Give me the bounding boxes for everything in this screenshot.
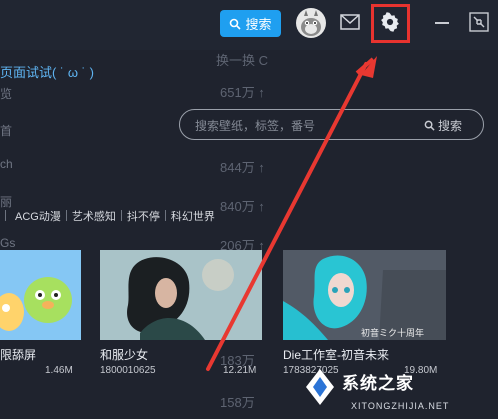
tag-list: ACG动漫 艺术感知 抖不停 科幻世界 xyxy=(0,208,226,224)
tag-item[interactable]: ACG动漫 xyxy=(0,208,72,224)
card-id: 1800010625 xyxy=(100,365,156,376)
settings-highlight-box xyxy=(371,4,410,43)
right-text: 844万 ↑ xyxy=(220,160,265,175)
card-overlay-text: 初音ミク十周年 xyxy=(361,327,424,338)
sidebar-item: ch xyxy=(0,157,13,171)
card-title: 限舔屏 xyxy=(0,348,37,362)
avatar[interactable] xyxy=(296,8,326,38)
sidebar-item: 首 xyxy=(0,124,13,138)
card-title: Die工作室-初音未来 xyxy=(283,348,390,362)
right-text: 换一换 C xyxy=(216,53,269,68)
restore-icon[interactable] xyxy=(469,12,489,32)
tag-item[interactable]: 科幻世界 xyxy=(171,208,226,224)
minimize-icon[interactable] xyxy=(435,22,449,24)
search-button-label: 搜索 xyxy=(438,119,463,133)
mail-icon[interactable] xyxy=(340,14,360,30)
wallpaper-card[interactable] xyxy=(100,250,262,340)
search-placeholder: 搜索壁纸，标签，番号 xyxy=(195,119,316,133)
watermark-brand: 系统之家 xyxy=(342,374,414,393)
right-text: 840万 ↑ xyxy=(220,199,265,214)
top-search-button[interactable]: 搜索 xyxy=(220,10,281,37)
wallpaper-card[interactable] xyxy=(0,250,81,340)
card-title: 和服少女 xyxy=(100,348,149,362)
sidebar-item: 览 xyxy=(0,87,13,101)
sidebar-title: 页面试试( ˙ ω ˙ ) xyxy=(0,65,94,80)
search-button[interactable]: 搜索 xyxy=(424,117,462,134)
watermark-url: XITONGZHIJIA.NET xyxy=(351,401,450,411)
wallpaper-card[interactable]: 初音ミク十周年 xyxy=(283,250,446,340)
search-icon xyxy=(424,120,435,131)
sidebar-item: Gs xyxy=(0,236,16,250)
search-icon xyxy=(230,18,242,30)
watermark-logo-icon xyxy=(306,369,334,405)
right-text: 158万 xyxy=(220,395,255,410)
card-size: 12.21M xyxy=(223,365,257,376)
card-size: 1.46M xyxy=(45,365,73,376)
tag-item[interactable]: 艺术感知 xyxy=(72,208,127,224)
tag-item[interactable]: 抖不停 xyxy=(127,208,171,224)
right-text: 651万 ↑ xyxy=(220,85,265,100)
top-search-label: 搜索 xyxy=(245,17,272,32)
